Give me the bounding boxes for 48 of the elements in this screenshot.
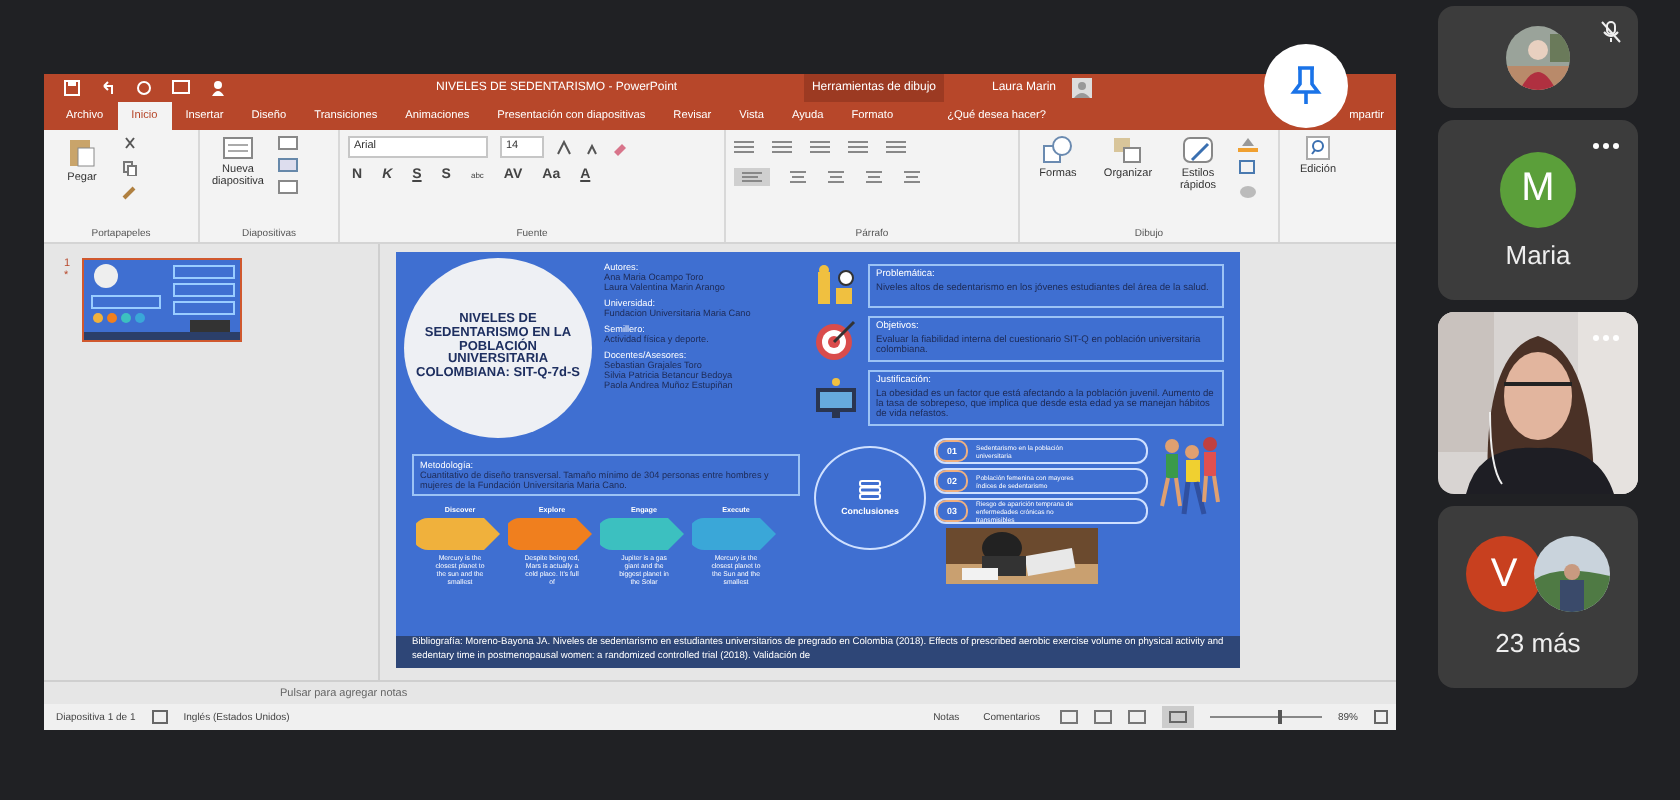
pin-button[interactable] bbox=[1264, 44, 1348, 128]
search-icon bbox=[1306, 136, 1330, 160]
monitor-icon bbox=[814, 376, 858, 420]
participant-tile[interactable]: M Maria bbox=[1438, 120, 1638, 300]
slideshow-view-icon[interactable] bbox=[1161, 706, 1194, 728]
participant-name: Maria bbox=[1505, 239, 1571, 269]
align-icon[interactable] bbox=[864, 170, 884, 184]
layout-icon[interactable] bbox=[278, 136, 298, 150]
paragraph-tool-icon[interactable] bbox=[772, 140, 792, 154]
align-icon[interactable] bbox=[902, 170, 922, 184]
target-icon bbox=[814, 317, 858, 361]
save-icon[interactable] bbox=[64, 80, 80, 96]
align-icon[interactable] bbox=[788, 170, 808, 184]
avatar-initial: M bbox=[1500, 151, 1576, 227]
people-question-icon bbox=[814, 264, 858, 308]
paragraph-tool-icon[interactable] bbox=[848, 140, 868, 154]
shrink-font-icon[interactable] bbox=[584, 139, 600, 155]
spelling-icon[interactable] bbox=[151, 710, 168, 724]
participant-tile[interactable]: V 23 más bbox=[1438, 506, 1638, 688]
align-left-icon[interactable] bbox=[734, 168, 770, 186]
cut-icon[interactable] bbox=[122, 136, 138, 152]
shapes-icon bbox=[1042, 136, 1074, 164]
slideshow-icon[interactable] bbox=[172, 80, 190, 96]
fill-icon[interactable] bbox=[1238, 136, 1258, 152]
person-icon[interactable] bbox=[210, 80, 228, 96]
undo-icon[interactable] bbox=[100, 80, 116, 96]
brush-icon[interactable] bbox=[122, 184, 138, 200]
slide-icon bbox=[222, 136, 254, 160]
clear-format-icon[interactable] bbox=[612, 139, 628, 155]
paragraph-tool-icon[interactable] bbox=[810, 140, 830, 154]
paragraph-tool-icon[interactable] bbox=[886, 140, 906, 154]
fit-icon[interactable] bbox=[1374, 710, 1388, 724]
arrange-icon bbox=[1112, 136, 1144, 164]
more-options-icon[interactable] bbox=[1592, 142, 1620, 150]
slide-thumbnail[interactable] bbox=[82, 258, 243, 342]
clipboard-icon bbox=[68, 136, 96, 168]
participant-tile[interactable] bbox=[1438, 6, 1638, 108]
pin-icon bbox=[1290, 66, 1322, 106]
outline-icon[interactable] bbox=[1238, 160, 1258, 176]
user-avatar-icon bbox=[1072, 78, 1093, 98]
grow-font-icon[interactable] bbox=[556, 139, 572, 155]
avatar-initial: V bbox=[1466, 536, 1542, 612]
paragraph-tool-icon[interactable] bbox=[734, 140, 754, 154]
align-icon[interactable] bbox=[826, 170, 846, 184]
more-participants-label[interactable]: 23 más bbox=[1495, 628, 1581, 658]
pen-box-icon bbox=[1182, 136, 1214, 164]
copy-icon[interactable] bbox=[122, 160, 138, 176]
stack-icon bbox=[858, 480, 882, 500]
